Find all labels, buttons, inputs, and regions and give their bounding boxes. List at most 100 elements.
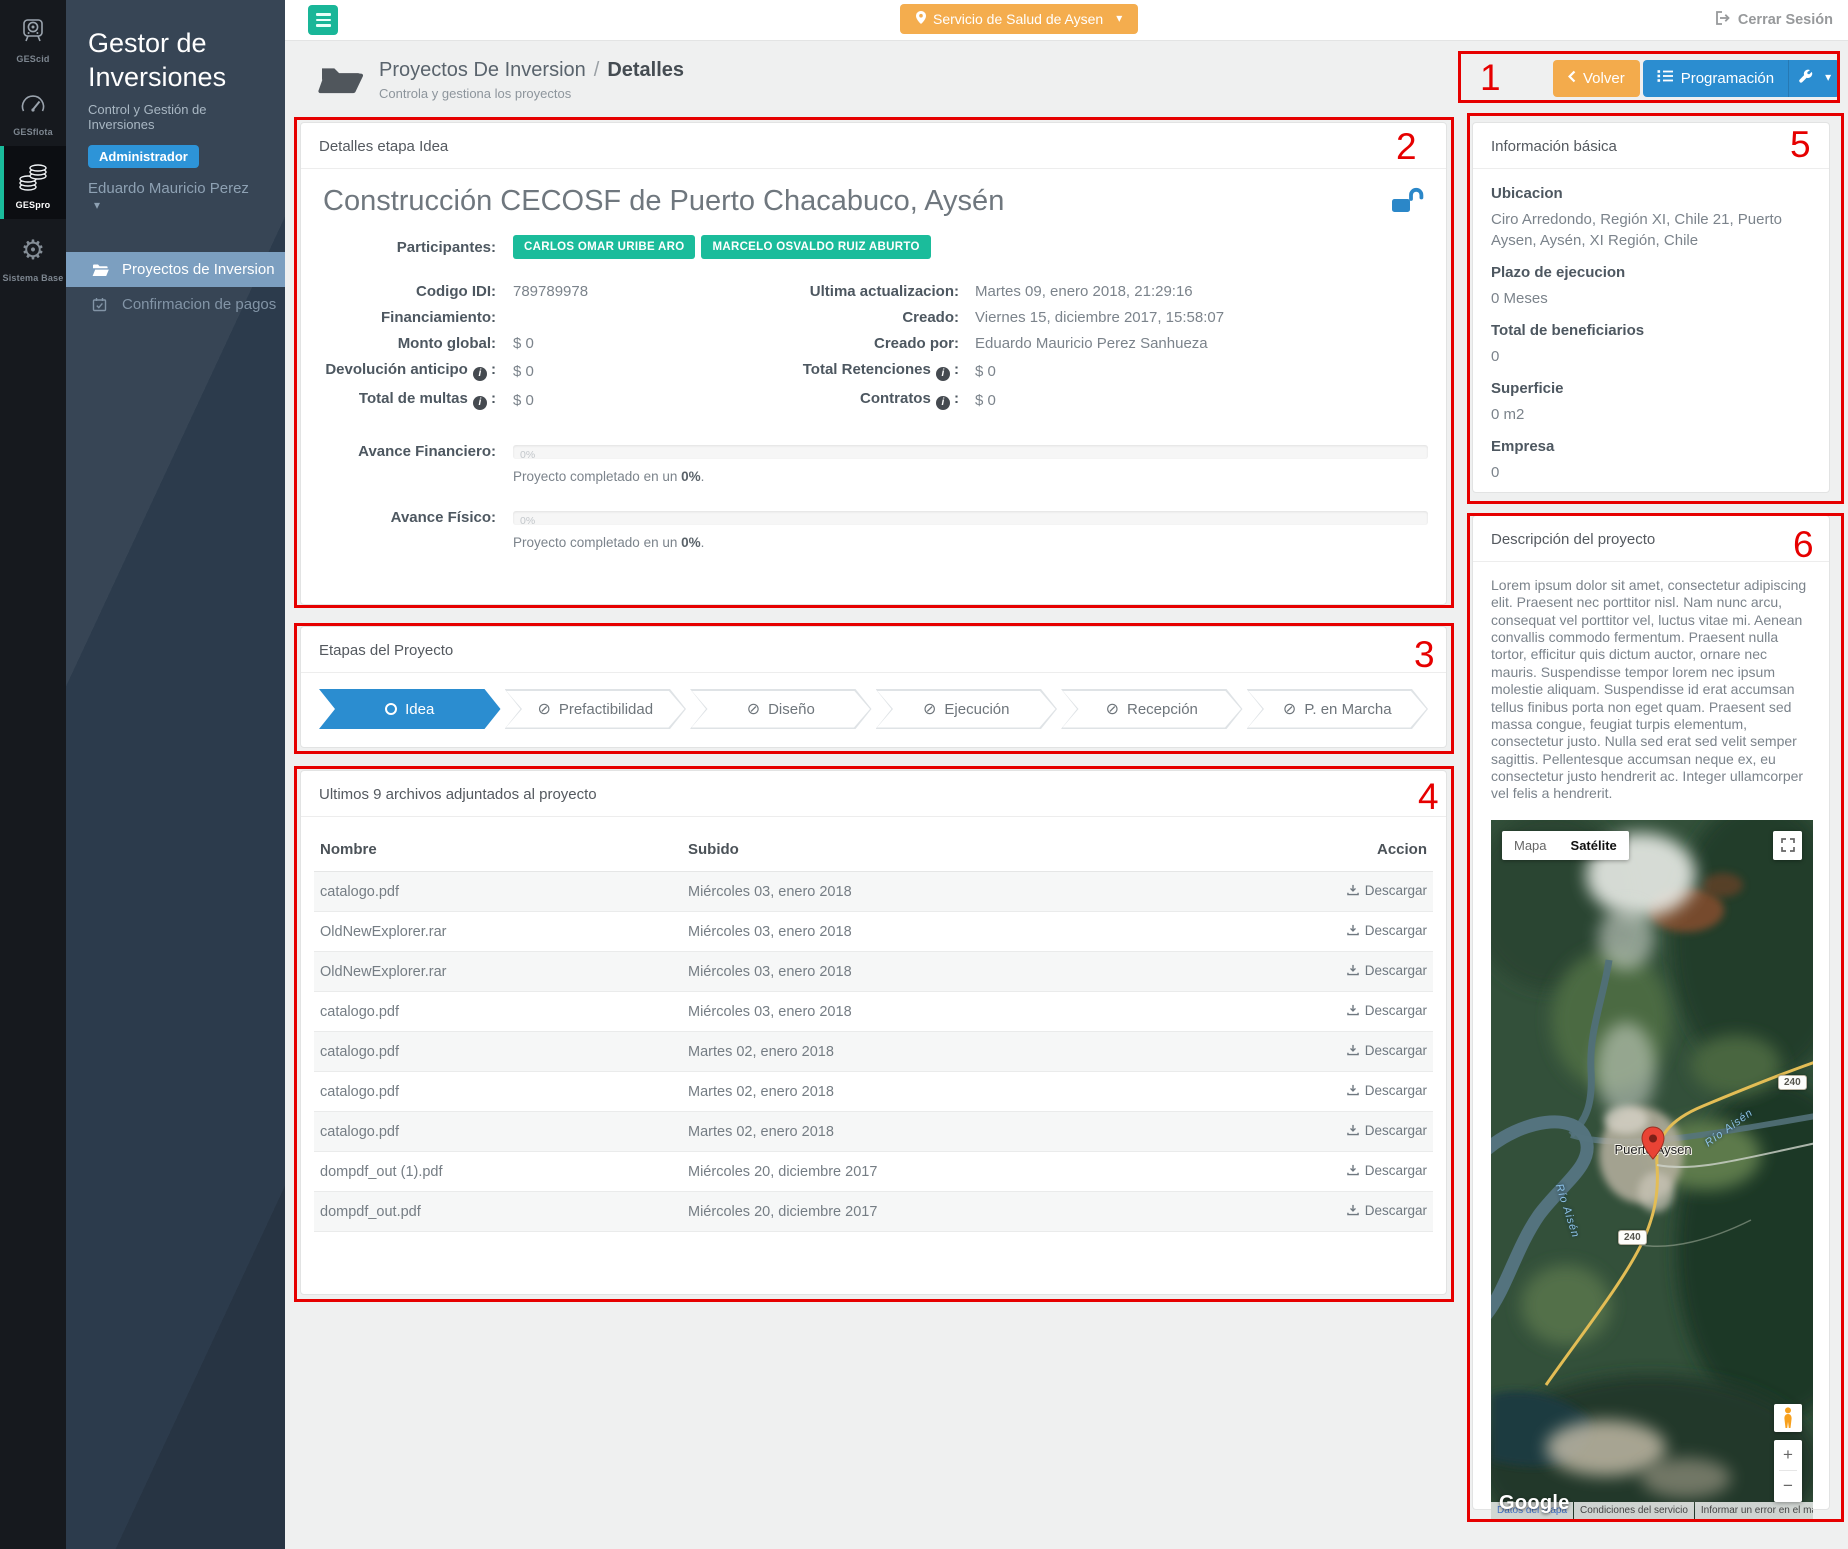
brand-block: Gestor de Inversiones Control y Gestión …: [66, 0, 285, 214]
rail-item-gescid[interactable]: GEScid: [0, 0, 66, 73]
info-value: Ciro Arredondo, Región XI, Chile 21, Pue…: [1491, 209, 1811, 251]
download-link[interactable]: Descargar: [1347, 1043, 1427, 1058]
folder-open-icon: [92, 263, 109, 277]
file-name: catalogo.pdf: [314, 872, 682, 912]
app-icon-rail: GEScid GESflota GESpro ⚙ Sistema Base: [0, 0, 66, 1549]
download-link[interactable]: Descargar: [1347, 1123, 1427, 1138]
field-value: $ 0: [513, 392, 534, 409]
pegman-control[interactable]: [1774, 1404, 1802, 1432]
stage-stepper: Idea Prefactibilidad Diseño Ejecución Re…: [319, 689, 1428, 729]
column-header-nombre: Nombre: [314, 829, 682, 872]
panel-informacion-basica: Información básica Ubicacion Ciro Arredo…: [1472, 122, 1830, 493]
info-icon[interactable]: [473, 396, 487, 410]
topbar: Servicio de Salud de Aysen Cerrar Sesión: [285, 0, 1848, 41]
gear-icon: ⚙: [0, 231, 66, 269]
ban-icon: [1106, 701, 1119, 718]
user-dropdown[interactable]: Eduardo Mauricio Perez: [88, 180, 265, 214]
stage-step-p-en-marcha[interactable]: P. en Marcha: [1247, 689, 1429, 729]
logout-button[interactable]: Cerrar Sesión: [1714, 10, 1833, 30]
app-subtitle: Control y Gestión de Inversiones: [88, 102, 265, 132]
tools-dropdown-button[interactable]: [1788, 60, 1840, 97]
download-link[interactable]: Descargar: [1347, 1083, 1427, 1098]
field-value: $ 0: [513, 335, 534, 352]
field-label: Financiamiento:: [319, 309, 496, 326]
stage-step-ejecucion[interactable]: Ejecución: [876, 689, 1058, 729]
user-name: Eduardo Mauricio Perez: [88, 180, 249, 197]
progress-value: 0%: [513, 449, 535, 459]
panel-title: Ultimos 9 archivos adjuntados al proyect…: [301, 771, 1446, 817]
stage-step-prefactibilidad[interactable]: Prefactibilidad: [505, 689, 687, 729]
table-row: catalogo.pdf Martes 02, enero 2018 Desca…: [314, 1072, 1433, 1112]
fullscreen-button[interactable]: [1773, 831, 1802, 860]
progress-bar-financiero: 0%: [513, 445, 1428, 459]
map-type-satelite[interactable]: Satélite: [1559, 831, 1629, 860]
programacion-button[interactable]: Programación: [1643, 60, 1788, 97]
participant-badge[interactable]: CARLOS OMAR URIBE ARO: [513, 235, 695, 259]
sidebar-item-label: Proyectos de Inversion: [122, 261, 275, 278]
field-value: Eduardo Mauricio Perez Sanhueza: [975, 335, 1208, 352]
terms-link[interactable]: Condiciones del servicio: [1574, 1502, 1694, 1520]
participantes-label: Participantes:: [319, 239, 496, 256]
participantes-row: Participantes: CARLOS OMAR URIBE ARO MAR…: [319, 235, 1428, 259]
breadcrumb-separator: /: [594, 59, 600, 81]
file-name: catalogo.pdf: [314, 1072, 682, 1112]
field-value: $ 0: [975, 392, 996, 409]
stage-step-recepcion[interactable]: Recepción: [1061, 689, 1243, 729]
breadcrumb-section[interactable]: Proyectos De Inversion: [379, 59, 586, 81]
map-pin-icon: [916, 4, 926, 34]
gespro-coins-icon: [0, 158, 66, 196]
sidebar-item-confirmacion-pagos[interactable]: Confirmacion de pagos: [66, 287, 285, 322]
ban-icon: [747, 701, 760, 718]
field-label: Ultima actualizacion:: [719, 283, 959, 300]
zoom-out-button[interactable]: −: [1774, 1471, 1802, 1502]
progress-caption: Proyecto completado en un 0%.: [513, 469, 1428, 484]
download-link[interactable]: Descargar: [1347, 963, 1427, 978]
progress-bar-fisico: 0%: [513, 511, 1428, 525]
volver-button[interactable]: Volver: [1553, 60, 1640, 97]
field-label: Total de multas :: [319, 390, 496, 410]
sidebar-item-proyectos[interactable]: Proyectos de Inversion: [66, 252, 285, 287]
info-icon[interactable]: [936, 367, 950, 381]
map-marker-icon[interactable]: [1640, 1126, 1666, 1173]
map-type-mapa[interactable]: Mapa: [1502, 831, 1559, 860]
info-icon[interactable]: [936, 396, 950, 410]
panel-title: Detalles etapa Idea: [301, 123, 1446, 169]
table-row: catalogo.pdf Martes 02, enero 2018 Desca…: [314, 1112, 1433, 1152]
role-badge[interactable]: Administrador: [88, 145, 199, 168]
progress-value: 0%: [513, 515, 535, 525]
stage-step-diseno[interactable]: Diseño: [690, 689, 872, 729]
download-link[interactable]: Descargar: [1347, 883, 1427, 898]
table-row: OldNewExplorer.rar Miércoles 03, enero 2…: [314, 952, 1433, 992]
participant-badge[interactable]: MARCELO OSVALDO RUIZ ABURTO: [701, 235, 930, 259]
table-row: dompdf_out.pdf Miércoles 20, diciembre 2…: [314, 1192, 1433, 1232]
google-logo: Google: [1499, 1492, 1570, 1515]
rail-item-gesflota[interactable]: GESflota: [0, 73, 66, 146]
stage-step-idea[interactable]: Idea: [319, 689, 501, 729]
table-row: catalogo.pdf Miércoles 03, enero 2018 De…: [314, 992, 1433, 1032]
field-value: 789789978: [513, 283, 588, 300]
panel-etapas: Etapas del Proyecto Idea Prefactibilidad…: [300, 626, 1447, 748]
info-icon[interactable]: [473, 367, 487, 381]
zoom-in-button[interactable]: +: [1774, 1440, 1802, 1471]
rail-item-gespro[interactable]: GESpro: [0, 146, 66, 219]
unlock-icon[interactable]: [1390, 187, 1424, 219]
avance-fisico-row: Avance Físico: 0%: [319, 509, 1428, 526]
file-date: Martes 02, enero 2018: [682, 1032, 1197, 1072]
download-link[interactable]: Descargar: [1347, 1203, 1427, 1218]
download-link[interactable]: Descargar: [1347, 923, 1427, 938]
service-dropdown-button[interactable]: Servicio de Salud de Aysen: [900, 4, 1138, 34]
table-header-row: Nombre Subido Accion: [314, 829, 1433, 872]
panel-title: Descripción del proyecto: [1473, 516, 1829, 562]
google-map[interactable]: Mapa Satélite Puerto Aysen Río Aisén Río…: [1491, 820, 1813, 1520]
hamburger-menu-button[interactable]: [308, 5, 338, 35]
page-title: Detalles: [607, 59, 684, 81]
report-error-link[interactable]: Informar un error en el mapa: [1695, 1502, 1813, 1520]
project-description: Lorem ipsum dolor sit amet, consectetur …: [1491, 577, 1811, 803]
file-date: Miércoles 20, diciembre 2017: [682, 1192, 1197, 1232]
rail-item-sistema-base[interactable]: ⚙ Sistema Base: [0, 219, 66, 292]
field-label: Total Retenciones :: [719, 361, 959, 381]
download-link[interactable]: Descargar: [1347, 1163, 1427, 1178]
file-date: Martes 02, enero 2018: [682, 1112, 1197, 1152]
sidebar: Gestor de Inversiones Control y Gestión …: [66, 0, 285, 1549]
download-link[interactable]: Descargar: [1347, 1003, 1427, 1018]
